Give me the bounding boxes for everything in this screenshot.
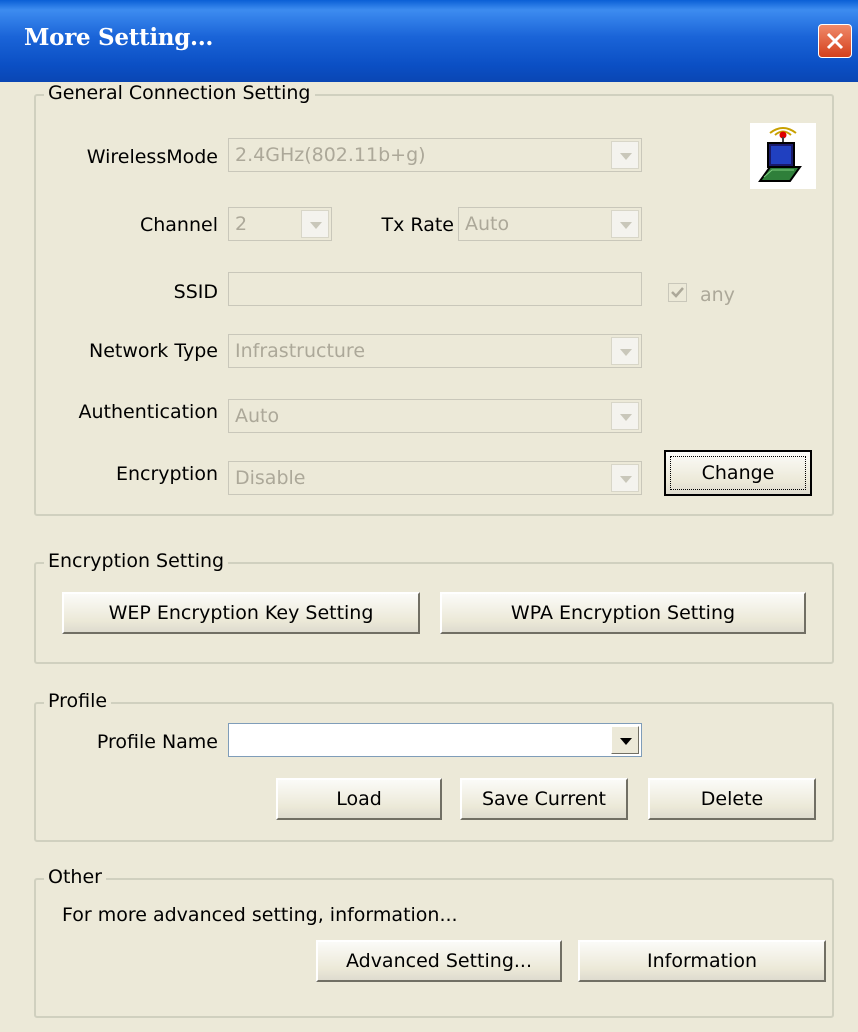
encryption-label: Encryption bbox=[115, 463, 218, 485]
more-setting-window: More Setting... General Connection Setti… bbox=[0, 0, 858, 1032]
other-title: Other bbox=[44, 866, 106, 888]
chevron-down-icon bbox=[620, 476, 632, 483]
chevron-down-icon bbox=[620, 738, 632, 745]
ssid-any-label: any bbox=[700, 284, 735, 306]
chevron-down-icon bbox=[620, 414, 632, 421]
chevron-down-icon bbox=[620, 153, 632, 160]
channel-value: 2 bbox=[235, 213, 248, 235]
authentication-label: Authentication bbox=[78, 401, 218, 423]
chevron-down-icon bbox=[620, 222, 632, 229]
title-bar[interactable]: More Setting... bbox=[0, 0, 858, 82]
authentication-select: Auto bbox=[228, 399, 642, 433]
channel-select: 2 bbox=[228, 207, 332, 241]
close-button[interactable] bbox=[818, 24, 852, 58]
encryption-dropdown-button bbox=[611, 464, 639, 492]
network-type-select: Infrastructure bbox=[228, 334, 642, 368]
chevron-down-icon bbox=[310, 222, 322, 229]
checkmark-icon bbox=[671, 287, 684, 298]
save-current-button[interactable]: Save Current bbox=[460, 778, 628, 820]
ssid-input bbox=[228, 272, 642, 306]
profile-name-select[interactable] bbox=[228, 723, 642, 757]
encryption-setting-title: Encryption Setting bbox=[44, 550, 229, 572]
network-type-dropdown-button bbox=[611, 337, 639, 365]
profile-name-label: Profile Name bbox=[96, 731, 218, 753]
ssid-label: SSID bbox=[173, 281, 218, 303]
delete-button[interactable]: Delete bbox=[648, 778, 816, 820]
ssid-any-checkbox bbox=[668, 283, 687, 302]
profile-title: Profile bbox=[44, 690, 112, 712]
wireless-mode-label: WirelessMode bbox=[86, 146, 218, 168]
tx-rate-value: Auto bbox=[465, 213, 510, 235]
channel-label: Channel bbox=[139, 214, 218, 236]
wireless-laptop-icon bbox=[750, 123, 816, 193]
wireless-mode-select: 2.4GHz(802.11b+g) bbox=[228, 138, 642, 172]
wpa-encryption-setting-button[interactable]: WPA Encryption Setting bbox=[440, 592, 806, 634]
load-button[interactable]: Load bbox=[276, 778, 442, 820]
close-icon bbox=[826, 32, 844, 50]
encryption-value: Disable bbox=[235, 467, 306, 489]
wep-encryption-key-setting-button[interactable]: WEP Encryption Key Setting bbox=[62, 592, 420, 634]
general-connection-title: General Connection Setting bbox=[44, 82, 315, 104]
advanced-setting-button[interactable]: Advanced Setting... bbox=[316, 940, 562, 982]
profile-name-dropdown-button[interactable] bbox=[611, 726, 639, 754]
chevron-down-icon bbox=[620, 349, 632, 356]
information-button[interactable]: Information bbox=[578, 940, 826, 982]
window-title: More Setting... bbox=[24, 24, 214, 51]
network-type-value: Infrastructure bbox=[235, 340, 366, 362]
network-type-label: Network Type bbox=[88, 340, 218, 362]
tx-rate-label: Tx Rate bbox=[381, 214, 454, 236]
wireless-mode-dropdown-button bbox=[611, 141, 639, 169]
focus-rect bbox=[670, 456, 806, 490]
change-button[interactable]: Change bbox=[664, 450, 812, 496]
tx-rate-select: Auto bbox=[458, 207, 642, 241]
authentication-dropdown-button bbox=[611, 402, 639, 430]
tx-rate-dropdown-button bbox=[611, 210, 639, 238]
authentication-value: Auto bbox=[235, 405, 280, 427]
channel-dropdown-button bbox=[301, 210, 329, 238]
encryption-select: Disable bbox=[228, 461, 642, 495]
wireless-mode-value: 2.4GHz(802.11b+g) bbox=[235, 144, 426, 166]
other-description: For more advanced setting, information..… bbox=[62, 904, 458, 926]
